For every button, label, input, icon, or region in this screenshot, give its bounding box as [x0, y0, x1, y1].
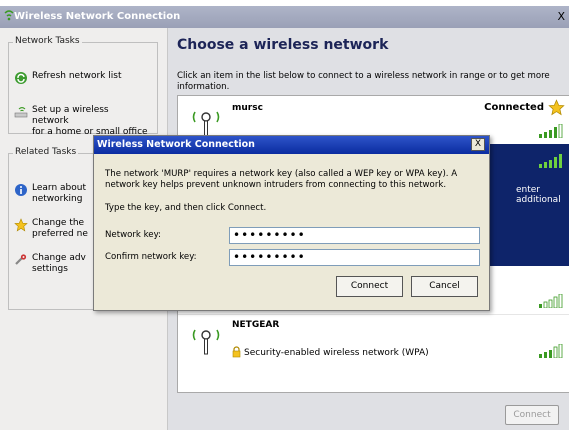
task-label: Change adv settings [32, 253, 86, 274]
network-key-label: Network key: [105, 230, 161, 240]
star-icon [14, 218, 28, 232]
network-description: enter additional [516, 185, 561, 205]
dialog-close-button[interactable]: X [471, 138, 485, 151]
setup-wireless-icon [14, 106, 28, 118]
network-name: mursc [232, 103, 263, 113]
lock-icon [232, 346, 241, 358]
settings-icon [15, 254, 27, 265]
star-icon [548, 99, 565, 116]
confirm-key-input[interactable]: ••••••••• [229, 249, 480, 266]
connect-button[interactable]: Connect [336, 276, 403, 297]
signal-strength-icon [539, 294, 563, 308]
instruction-text: Click an item in the list below to conne… [177, 71, 550, 92]
network-item-netgear[interactable]: NETGEAR Security-enabled wireless networ… [178, 314, 569, 372]
signal-strength-icon [539, 344, 563, 358]
task-label: Refresh network list [32, 71, 122, 81]
dialog-message: The network 'MURP' requires a network ke… [105, 169, 458, 190]
task-label: Set up a wireless network for a home or … [32, 105, 148, 137]
task-label: Learn about networking [32, 183, 86, 204]
window-title: Wireless Network Connection [14, 11, 181, 22]
signal-strength-icon [539, 154, 562, 168]
security-status: Security-enabled wireless network (WPA) [244, 348, 429, 358]
dialog-instruction: Type the key, and then click Connect. [105, 203, 267, 213]
window-close-button[interactable]: X [557, 10, 565, 23]
network-tasks-title: Network Tasks [13, 36, 82, 46]
dialog-title: Wireless Network Connection [97, 139, 255, 150]
network-key-dialog: Wireless Network Connection X The networ… [93, 135, 490, 311]
connect-button-disabled[interactable]: Connect [505, 405, 559, 425]
connected-status: Connected [484, 102, 544, 113]
network-key-input[interactable]: ••••••••• [229, 227, 480, 244]
dialog-titlebar: Wireless Network Connection X [94, 136, 489, 154]
network-name: NETGEAR [232, 320, 280, 330]
info-icon [15, 184, 27, 196]
refresh-icon [15, 72, 27, 84]
task-label: Change the preferred ne [32, 218, 88, 239]
confirm-key-label: Confirm network key: [105, 252, 197, 262]
signal-strength-icon [539, 124, 563, 138]
cancel-button[interactable]: Cancel [411, 276, 478, 297]
antenna-icon [192, 329, 220, 355]
page-title: Choose a wireless network [177, 37, 389, 53]
related-tasks-title: Related Tasks [13, 147, 79, 157]
window-titlebar: Wireless Network Connection X [0, 6, 569, 28]
